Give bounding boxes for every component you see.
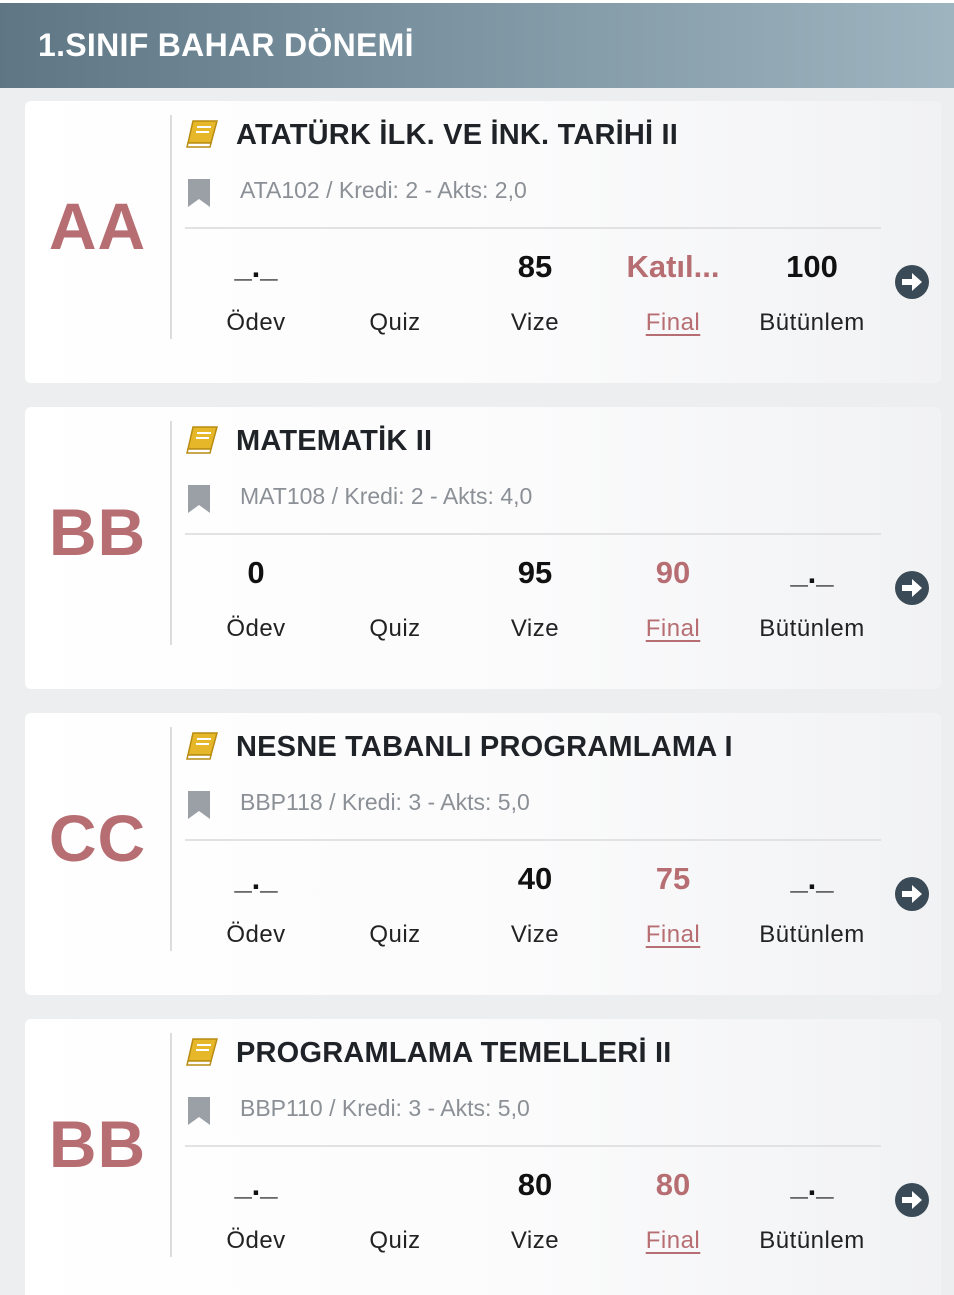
odev-value: _._: [234, 249, 278, 284]
final-value: 75: [655, 861, 691, 896]
letter-grade: AA: [48, 189, 147, 263]
butunlem-label: Bütünlem: [759, 615, 865, 642]
divider: [185, 227, 881, 229]
arrow-right-circle-icon[interactable]: [894, 570, 930, 606]
butunlem-value: _._: [790, 1167, 834, 1202]
vize-value: 80: [517, 1167, 553, 1202]
final-value: 90: [655, 555, 691, 590]
arrow-right-circle-icon[interactable]: [894, 876, 930, 912]
vize-value: 95: [517, 555, 553, 590]
butunlem-label: Bütünlem: [759, 309, 865, 336]
odev-label: Ödev: [226, 309, 286, 336]
book-icon: [186, 426, 218, 454]
vize-label: Vize: [510, 1227, 560, 1254]
quiz-label: Quiz: [369, 615, 421, 642]
letter-grade: CC: [48, 801, 147, 875]
vize-label: Vize: [510, 615, 560, 642]
divider: [170, 115, 172, 339]
bookmark-icon: [188, 791, 210, 819]
bookmark-icon: [188, 485, 210, 513]
course-title: NESNE TABANLI PROGRAMLAMA I: [236, 731, 733, 763]
divider: [170, 727, 172, 951]
book-icon: [186, 120, 218, 148]
odev-label: Ödev: [226, 615, 286, 642]
divider: [185, 533, 881, 535]
term-title: 1.SINIF BAHAR DÖNEMİ: [38, 27, 414, 63]
vize-label: Vize: [510, 309, 560, 336]
divider: [170, 421, 172, 645]
arrow-right-circle-icon[interactable]: [894, 1182, 930, 1218]
letter-grade: BB: [48, 1107, 147, 1181]
butunlem-value: 100: [786, 249, 838, 284]
course-meta: ATA102 / Kredi: 2 - Akts: 2,0: [240, 177, 527, 203]
arrow-right-circle-icon[interactable]: [894, 264, 930, 300]
letter-grade: BB: [48, 495, 147, 569]
divider: [185, 839, 881, 841]
divider: [185, 1145, 881, 1147]
vize-value: 85: [517, 249, 553, 284]
butunlem-label: Bütünlem: [759, 1227, 865, 1254]
course-card[interactable]: BB PROGRAMLAMA TEMELLERİ II BBP110 / Kre…: [25, 1019, 941, 1295]
final-link[interactable]: Final: [603, 615, 743, 643]
course-title: PROGRAMLAMA TEMELLERİ II: [236, 1037, 672, 1069]
term-header: 1.SINIF BAHAR DÖNEMİ: [0, 3, 954, 88]
odev-value: 0: [247, 555, 265, 590]
final-value: 80: [655, 1167, 691, 1202]
book-icon: [186, 1038, 218, 1066]
quiz-label: Quiz: [369, 309, 421, 336]
butunlem-value: _._: [790, 555, 834, 590]
butunlem-label: Bütünlem: [759, 921, 865, 948]
final-link[interactable]: Final: [603, 309, 743, 337]
course-meta: MAT108 / Kredi: 2 - Akts: 4,0: [240, 483, 533, 509]
final-link[interactable]: Final: [603, 1227, 743, 1255]
course-title: ATATÜRK İLK. VE İNK. TARİHİ II: [236, 119, 679, 151]
quiz-label: Quiz: [369, 921, 421, 948]
vize-label: Vize: [510, 921, 560, 948]
course-card[interactable]: AA ATATÜRK İLK. VE İNK. TARİHİ II ATA102…: [25, 101, 941, 383]
course-meta: BBP118 / Kredi: 3 - Akts: 5,0: [240, 789, 530, 815]
bookmark-icon: [188, 179, 210, 207]
final-link[interactable]: Final: [603, 921, 743, 949]
quiz-label: Quiz: [369, 1227, 421, 1254]
divider: [170, 1033, 172, 1257]
book-icon: [186, 732, 218, 760]
vize-value: 40: [517, 861, 553, 896]
odev-label: Ödev: [226, 1227, 286, 1254]
course-card[interactable]: BB MATEMATİK II MAT108 / Kredi: 2 - Akts…: [25, 407, 941, 689]
bookmark-icon: [188, 1097, 210, 1125]
butunlem-value: _._: [790, 861, 834, 896]
odev-value: _._: [234, 861, 278, 896]
course-card[interactable]: CC NESNE TABANLI PROGRAMLAMA I BBP118 / …: [25, 713, 941, 995]
course-meta: BBP110 / Kredi: 3 - Akts: 5,0: [240, 1095, 530, 1121]
odev-value: _._: [234, 1167, 278, 1202]
course-title: MATEMATİK II: [236, 425, 433, 457]
final-value: Katıl...: [626, 249, 720, 284]
odev-label: Ödev: [226, 921, 286, 948]
